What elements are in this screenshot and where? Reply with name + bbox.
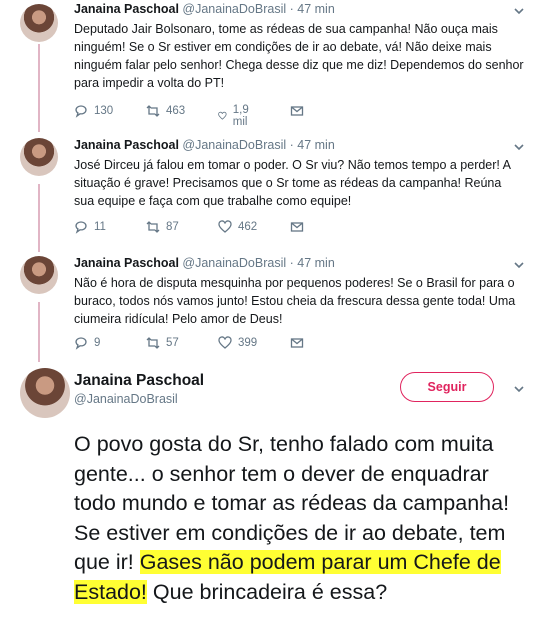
envelope-icon (290, 338, 304, 348)
highlighted-text: Gases não podem parar um Chefe de (139, 550, 501, 574)
timestamp[interactable]: 47 min (297, 2, 335, 16)
follow-button[interactable]: Seguir (400, 372, 494, 402)
tweet-text: Deputado Jair Bolsonaro, tome as rédeas … (74, 22, 524, 90)
chevron-down-icon[interactable] (512, 4, 526, 18)
envelope-icon (290, 106, 304, 116)
author-handle[interactable]: @JanainaDoBrasil (74, 392, 178, 406)
retweet-icon (146, 105, 160, 117)
reply-count: 9 (94, 337, 101, 349)
separator: · (289, 138, 294, 152)
reply-icon (75, 105, 87, 118)
author-handle[interactable]: @JanainaDoBrasil (182, 138, 286, 152)
timestamp[interactable]: 47 min (297, 256, 335, 270)
highlighted-text: Estado! (74, 579, 147, 604)
author-handle[interactable]: @JanainaDoBrasil (182, 2, 286, 16)
chevron-down-icon[interactable] (512, 140, 526, 154)
like-button[interactable]: 462 (218, 220, 257, 234)
author-handle[interactable]: @JanainaDoBrasil (182, 256, 286, 270)
reply-icon (75, 221, 87, 234)
dm-button[interactable] (290, 336, 304, 350)
tweet[interactable]: Janaina Paschoal @JanainaDoBrasil · 47 m… (0, 2, 544, 128)
reply-button[interactable]: 130 (74, 104, 113, 118)
retweet-count: 463 (166, 105, 186, 117)
retweet-count: 57 (166, 337, 179, 349)
avatar[interactable] (20, 138, 58, 176)
heart-icon (218, 220, 232, 233)
like-button[interactable]: 399 (218, 336, 257, 350)
tweet[interactable]: Janaina Paschoal @JanainaDoBrasil · 47 m… (0, 138, 544, 242)
separator: · (289, 256, 294, 270)
reply-button[interactable]: 11 (74, 220, 106, 234)
main-tweet: Janaina Paschoal @JanainaDoBrasil Seguir… (0, 368, 544, 620)
tweet-text: O povo gosta do Sr, tenho falado com mui… (74, 430, 534, 607)
dm-button[interactable] (290, 104, 304, 118)
retweet-icon (146, 221, 160, 233)
reply-count: 130 (94, 105, 114, 117)
tweet-text: José Dirceu já falou em tomar o poder. O… (74, 158, 511, 208)
retweet-button[interactable]: 57 (146, 336, 179, 350)
like-count: 462 (238, 221, 258, 233)
tweet-header: Janaina Paschoal @JanainaDoBrasil · 47 m… (74, 138, 335, 152)
avatar[interactable] (20, 256, 58, 294)
author-name[interactable]: Janaina Paschoal (74, 138, 179, 152)
dm-button[interactable] (290, 220, 304, 234)
tweet-header: Janaina Paschoal @JanainaDoBrasil · 47 m… (74, 2, 335, 16)
avatar[interactable] (20, 368, 70, 418)
reply-count: 11 (94, 221, 106, 233)
like-count: 1,9 mil (232, 104, 249, 128)
retweet-button[interactable]: 87 (146, 220, 179, 234)
avatar[interactable] (20, 4, 58, 42)
heart-icon (218, 336, 232, 349)
author-name[interactable]: Janaina Paschoal (74, 2, 179, 16)
envelope-icon (290, 222, 304, 232)
retweet-icon (146, 337, 160, 349)
chevron-down-icon[interactable] (512, 258, 526, 272)
like-button[interactable]: 1,9 mil (218, 104, 254, 128)
author-name[interactable]: Janaina Paschoal (74, 256, 179, 270)
retweet-button[interactable]: 463 (146, 104, 185, 118)
tweet-text-tail: Que brincadeira é essa? (146, 579, 388, 604)
tweet-header: Janaina Paschoal (74, 372, 204, 390)
chevron-down-icon[interactable] (512, 382, 526, 396)
reply-button[interactable]: 9 (74, 336, 100, 350)
tweet[interactable]: Janaina Paschoal @JanainaDoBrasil · 47 m… (0, 256, 544, 356)
separator: · (289, 2, 294, 16)
reply-icon (75, 337, 87, 350)
tweet-header: Janaina Paschoal @JanainaDoBrasil · 47 m… (74, 256, 335, 270)
heart-icon (218, 111, 227, 120)
timestamp[interactable]: 47 min (297, 138, 335, 152)
tweet-text: Não é hora de disputa mesquinha por pequ… (74, 276, 516, 326)
author-name[interactable]: Janaina Paschoal (74, 372, 204, 389)
like-count: 399 (238, 337, 258, 349)
retweet-count: 87 (166, 221, 179, 233)
